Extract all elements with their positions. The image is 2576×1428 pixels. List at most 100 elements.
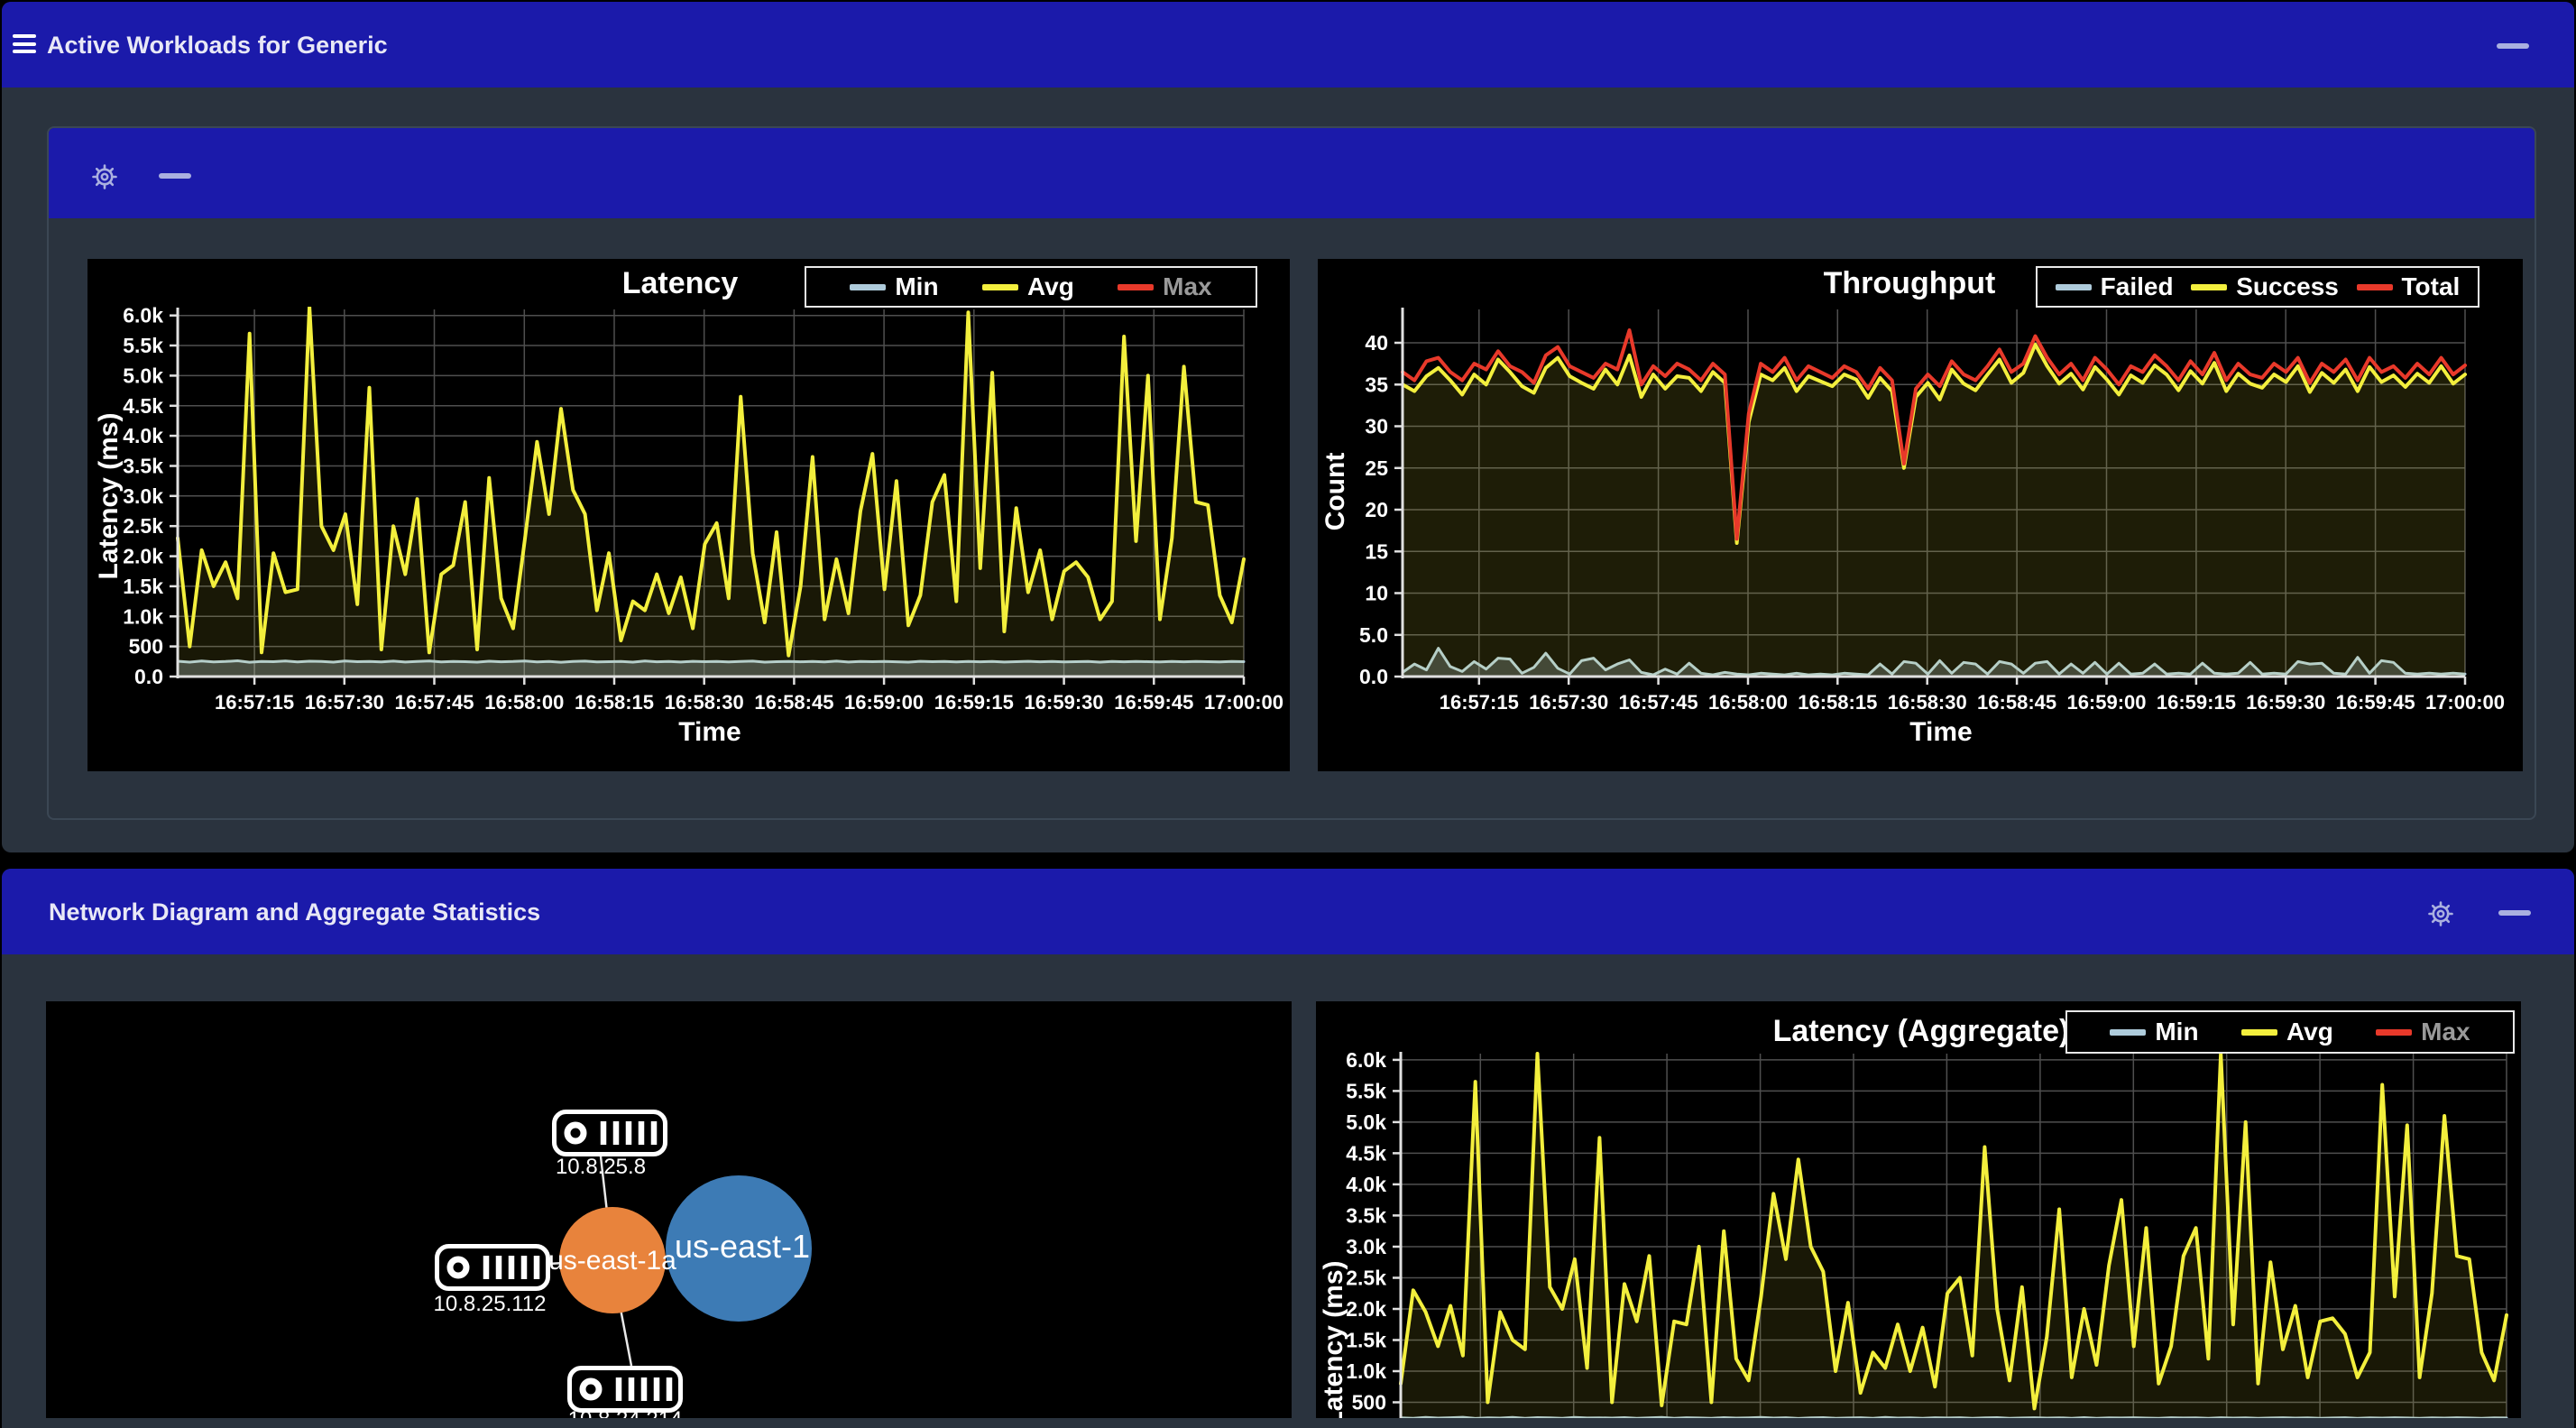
legend-item-failed[interactable]: Failed (2055, 272, 2174, 301)
gear-icon[interactable] (88, 161, 121, 193)
latency-aggregate-chart[interactable]: 0.05001.0k1.5k2.0k2.5k3.0k3.5k4.0k4.5k5.… (1316, 1001, 2521, 1418)
latency-y-axis-label: Latency (ms) (94, 412, 124, 580)
y-tick-label: 40 (1365, 331, 1388, 355)
x-tick-label: 16:58:45 (754, 691, 833, 714)
server-ip-label: 10.8.25.112 (433, 1292, 547, 1316)
workloads-widget: 0.0 500 1.0k 1.5k 2.0k 2.5k 3.0k 3.5k 4.0k 4.5k 5.… (47, 126, 2536, 820)
server-ip-label: 10.8.24.214 (568, 1407, 683, 1418)
x-tick-label: 16:59:30 (2246, 691, 2325, 714)
throughput-chart-title: Throughput (1823, 266, 1996, 300)
server-icon[interactable] (567, 1366, 683, 1413)
y-tick-label: 3.0k (123, 484, 163, 508)
window2-minimize-icon[interactable] (2498, 910, 2531, 916)
y-tick-label: 25 (1365, 456, 1388, 480)
x-tick-label: 16:57:45 (1619, 691, 1698, 714)
throughput-legend: Failed Success Total (2036, 266, 2479, 308)
y-tick-label: 6.0k (1346, 1048, 1386, 1072)
x-tick-label: 16:58:15 (575, 691, 654, 714)
menu-icon[interactable] (13, 34, 36, 56)
latency-aggregate-title: Latency (Aggregate) (1772, 1014, 2070, 1048)
x-tick-label: 16:57:45 (394, 691, 474, 714)
y-tick-label: 3.5k (123, 455, 163, 478)
x-tick-label: 16:57:30 (305, 691, 384, 714)
y-tick-label: 35 (1365, 373, 1388, 396)
window-network-diagram: Network Diagram and Aggregate Statistics (2, 869, 2574, 1428)
y-tick-label: 10 (1365, 582, 1388, 605)
x-tick-label: 16:57:30 (1529, 691, 1608, 714)
y-tick-label: 0.0 (1359, 665, 1388, 688)
throughput-chart[interactable]: 0.0 5.0 10 15 20 25 30 35 40 16:57:15 16:57:30 16:5… (1318, 259, 2523, 771)
x-tick-label: 16:59:30 (1025, 691, 1104, 714)
legend-item-avg[interactable]: Avg (2240, 1018, 2333, 1046)
y-tick-label: 15 (1365, 539, 1388, 563)
y-tick-label: 1.0k (1346, 1359, 1386, 1383)
legend-item-total[interactable]: Total (2356, 272, 2460, 301)
zone-node-label: us-east-1a (548, 1246, 676, 1276)
window2-titlebar: Network Diagram and Aggregate Statistics (2, 869, 2574, 954)
legend-item-success[interactable]: Success (2191, 272, 2339, 301)
window-active-workloads: Active Workloads for Generic 0.0 500 1.0k 1… (2, 2, 2574, 852)
y-tick-label: 30 (1365, 415, 1388, 438)
x-tick-label: 16:59:15 (934, 691, 1014, 714)
widget-minimize-icon[interactable] (159, 173, 191, 179)
region-node-label: us-east-1 (674, 1228, 811, 1265)
latency-chart[interactable]: 0.0 500 1.0k 1.5k 2.0k 2.5k 3.0k 3.5k 4.0k 4.5k 5.… (87, 259, 1290, 771)
y-tick-label: 500 (1352, 1391, 1386, 1414)
legend-item-max[interactable]: Max (2376, 1018, 2470, 1046)
y-tick-label: 1.5k (123, 575, 163, 598)
x-tick-label: 16:57:15 (215, 691, 294, 714)
latency-legend: Min Avg Max (805, 266, 1257, 308)
server-icon[interactable] (552, 1110, 667, 1156)
y-tick-label: 2.5k (123, 514, 163, 538)
y-tick-label: 20 (1365, 498, 1388, 521)
legend-item-min[interactable]: Min (2110, 1018, 2199, 1046)
x-tick-label: 17:00:00 (2425, 691, 2505, 714)
window1-title: Active Workloads for Generic (47, 32, 388, 59)
x-tick-label: 16:58:30 (1888, 691, 1967, 714)
widget-header (49, 128, 2535, 218)
window1-titlebar: Active Workloads for Generic (2, 2, 2574, 88)
window1-minimize-icon[interactable] (2497, 43, 2529, 49)
network-diagram[interactable]: us-east-1 us-east-1a 10.8.25.8 10.8.25.1… (46, 1001, 1292, 1418)
x-tick-label: 17:00:00 (1204, 691, 1283, 714)
y-tick-label: 1.0k (123, 604, 163, 628)
throughput-y-axis-label: Count (1320, 452, 1350, 531)
x-tick-label: 16:59:00 (844, 691, 924, 714)
server-icon[interactable] (435, 1244, 550, 1291)
y-tick-label: 4.0k (123, 424, 163, 447)
x-tick-label: 16:58:00 (484, 691, 564, 714)
window2-title: Network Diagram and Aggregate Statistics (49, 898, 541, 926)
y-tick-label: 4.0k (1346, 1173, 1386, 1196)
x-tick-label: 16:57:15 (1440, 691, 1519, 714)
y-tick-label: 5.5k (1346, 1079, 1386, 1102)
y-tick-label: 4.5k (1346, 1141, 1386, 1165)
y-tick-label: 6.0k (123, 304, 163, 327)
y-tick-label: 0.0 (134, 665, 163, 688)
x-tick-label: 16:59:45 (2336, 691, 2415, 714)
y-tick-label: 1.5k (1346, 1329, 1386, 1352)
y-tick-label: 3.0k (1346, 1235, 1386, 1258)
y-tick-label: 5.5k (123, 334, 163, 357)
y-tick-label: 5.0k (123, 364, 163, 387)
y-tick-label: 3.5k (1346, 1203, 1386, 1227)
x-tick-label: 16:59:45 (1114, 691, 1193, 714)
y-tick-label: 4.5k (123, 394, 163, 418)
latency-aggregate-legend: Min Avg Max (2065, 1010, 2515, 1054)
gear-icon[interactable] (2424, 898, 2457, 930)
throughput-x-axis-label: Time (1909, 717, 1973, 747)
latency-x-axis-label: Time (678, 717, 741, 747)
y-tick-label: 2.5k (1346, 1267, 1386, 1290)
legend-item-max[interactable]: Max (1118, 272, 1212, 301)
y-tick-label: 5.0 (1359, 623, 1388, 647)
x-tick-label: 16:58:15 (1798, 691, 1877, 714)
server-ip-label: 10.8.25.8 (555, 1155, 647, 1179)
latency-chart-title: Latency (621, 266, 739, 300)
y-tick-label: 2.0k (1346, 1297, 1386, 1321)
x-tick-label: 16:59:00 (2066, 691, 2146, 714)
latency-aggregate-y-axis-label: Latency (ms) (1319, 1260, 1348, 1418)
legend-item-min[interactable]: Min (850, 272, 939, 301)
legend-item-avg[interactable]: Avg (981, 272, 1074, 301)
y-tick-label: 2.0k (123, 545, 163, 568)
x-tick-label: 16:58:45 (1977, 691, 2056, 714)
y-tick-label: 5.0k (1346, 1110, 1386, 1134)
